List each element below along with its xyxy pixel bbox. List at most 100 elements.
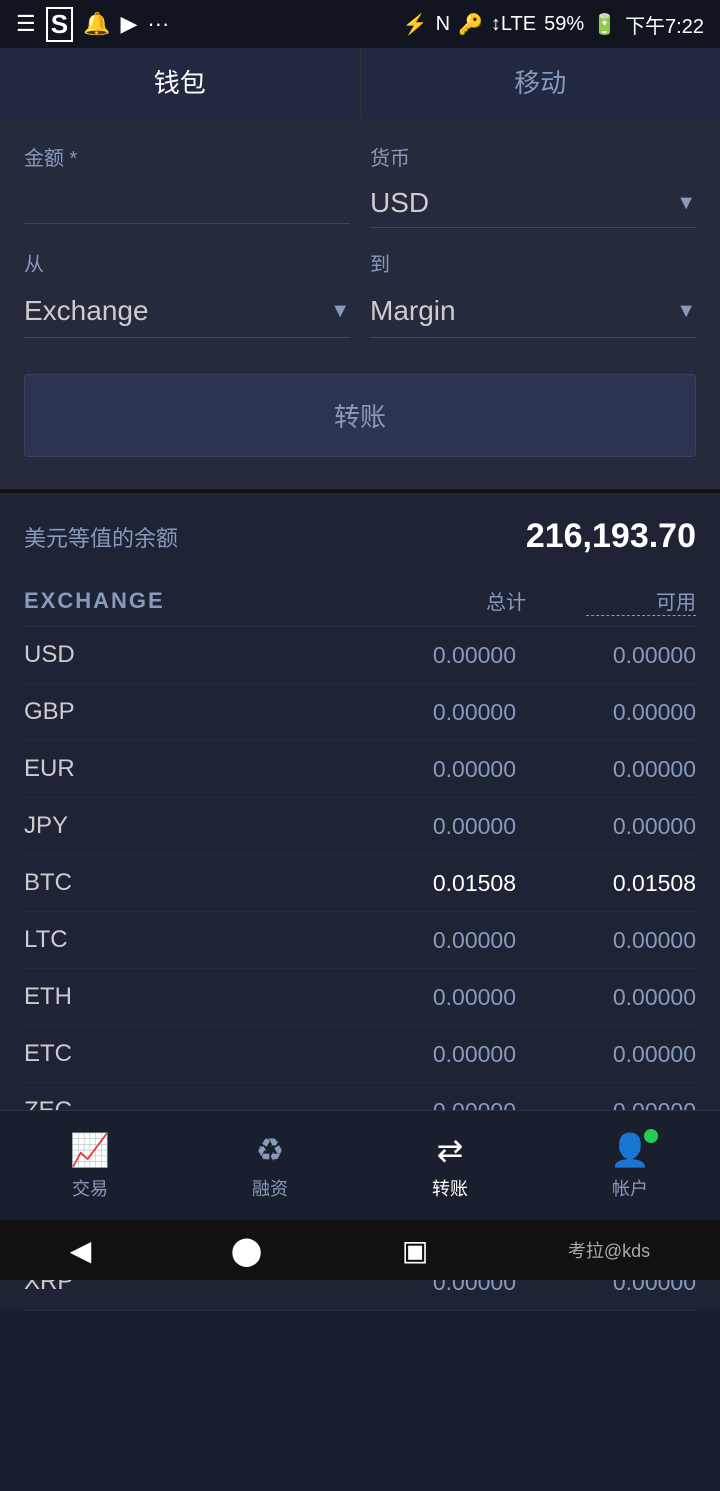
currency-group: 货币 USD ▼ [370, 142, 696, 228]
row-total: 0.00000 [336, 927, 516, 954]
tab-wallet[interactable]: 钱包 [0, 48, 361, 118]
table-header-right: 总计 可用 [416, 586, 696, 616]
home-button[interactable]: ⬤ [231, 1234, 262, 1267]
row-currency: ETC [24, 1040, 144, 1068]
row-available: 0.00000 [516, 984, 696, 1011]
nav-account[interactable]: 👤 帐户 [540, 1131, 720, 1201]
col-header-available: 可用 [586, 586, 696, 616]
row-values: 0.01508 0.01508 [144, 870, 696, 897]
status-bar: ☰ S 🔔 ▶ ··· ⚡ N 🔑 ↕LTE 59% 🔋 下午7:22 [0, 0, 720, 48]
row-currency: USD [24, 641, 144, 669]
row-total: 0.01508 [336, 870, 516, 897]
battery-label: 59% [544, 13, 584, 36]
row-currency: GBP [24, 698, 144, 726]
recent-button[interactable]: ▣ [402, 1234, 428, 1267]
bluetooth-icon: ⚡ [403, 12, 428, 37]
transfer-button[interactable]: 转账 [24, 374, 696, 457]
table-row: ETH 0.00000 0.00000 [24, 969, 696, 1026]
row-available: 0.00000 [516, 813, 696, 840]
row-values: 0.00000 0.00000 [144, 1041, 696, 1068]
row-available: 0.01508 [516, 870, 696, 897]
amount-group: 金额 * [24, 142, 350, 228]
row-currency: EUR [24, 755, 144, 783]
from-value: Exchange [24, 295, 149, 327]
from-label: 从 [24, 248, 350, 277]
to-group: 到 Margin ▼ [370, 248, 696, 338]
row-available: 0.00000 [516, 1041, 696, 1068]
from-dropdown-arrow: ▼ [330, 300, 350, 323]
tab-move-label: 移动 [514, 63, 566, 100]
exchange-section-label: EXCHANGE [24, 588, 165, 614]
row-total: 0.00000 [336, 984, 516, 1011]
finance-icon: ♻ [256, 1131, 285, 1169]
back-button[interactable]: ◀ [70, 1234, 92, 1267]
to-value: Margin [370, 295, 456, 327]
dots-icon: ··· [147, 11, 169, 37]
system-bar: ◀ ⬤ ▣ 考拉@kds [0, 1220, 720, 1280]
row-values: 0.00000 0.00000 [144, 756, 696, 783]
row-values: 0.00000 0.00000 [144, 927, 696, 954]
currency-dropdown-arrow: ▼ [676, 192, 696, 215]
from-to-row: 从 Exchange ▼ 到 Margin ▼ [24, 248, 696, 338]
currency-value: USD [370, 187, 429, 219]
to-label: 到 [370, 248, 696, 277]
col-header-total: 总计 [416, 586, 526, 616]
s-icon: S [46, 7, 73, 42]
from-select[interactable]: Exchange ▼ [24, 285, 350, 338]
table-row: EUR 0.00000 0.00000 [24, 741, 696, 798]
amount-input[interactable] [24, 179, 350, 224]
nav-transfer-label: 转账 [432, 1175, 468, 1201]
row-available: 0.00000 [516, 699, 696, 726]
row-total: 0.00000 [336, 1041, 516, 1068]
menu-icon: ☰ [16, 11, 36, 37]
transfer-form: 金额 * 货币 USD ▼ 从 Exchange ▼ 到 Margin ▼ [0, 118, 720, 489]
nav-account-label: 帐户 [612, 1175, 648, 1201]
nav-finance-label: 融资 [252, 1175, 288, 1201]
status-right-icons: ⚡ N 🔑 ↕LTE 59% 🔋 下午7:22 [403, 10, 704, 39]
amount-label: 金额 * [24, 142, 350, 171]
to-dropdown-arrow: ▼ [676, 300, 696, 323]
row-values: 0.00000 0.00000 [144, 699, 696, 726]
row-currency: JPY [24, 812, 144, 840]
tab-wallet-label: 钱包 [154, 63, 206, 100]
nav-finance[interactable]: ♻ 融资 [180, 1131, 360, 1201]
row-total: 0.00000 [336, 813, 516, 840]
row-values: 0.00000 0.00000 [144, 642, 696, 669]
main-tab-bar: 钱包 移动 [0, 48, 720, 118]
table-row: BTC 0.01508 0.01508 [24, 855, 696, 912]
nav-transfer[interactable]: ⇄ 转账 [360, 1131, 540, 1201]
table-row: JPY 0.00000 0.00000 [24, 798, 696, 855]
transfer-icon: ⇄ [437, 1131, 464, 1169]
nav-trade-label: 交易 [72, 1175, 108, 1201]
key-icon: 🔑 [458, 12, 483, 37]
status-left-icons: ☰ S 🔔 ▶ ··· [16, 7, 169, 42]
balance-label: 美元等值的余额 [24, 521, 178, 553]
balance-value: 216,193.70 [526, 517, 696, 556]
bottom-nav: 📈 交易 ♻ 融资 ⇄ 转账 👤 帐户 [0, 1110, 720, 1220]
row-values: 0.00000 0.00000 [144, 813, 696, 840]
balance-row: 美元等值的余额 216,193.70 [24, 517, 696, 556]
to-select[interactable]: Margin ▼ [370, 285, 696, 338]
nfc-icon: N [436, 13, 450, 36]
online-indicator [644, 1129, 658, 1143]
tab-move[interactable]: 移动 [361, 48, 720, 118]
table-row: ETC 0.00000 0.00000 [24, 1026, 696, 1083]
signal-icon: ↕LTE [491, 13, 536, 36]
row-currency: LTC [24, 926, 144, 954]
row-total: 0.00000 [336, 699, 516, 726]
currency-select[interactable]: USD ▼ [370, 179, 696, 228]
battery-icon: 🔋 [592, 12, 617, 37]
row-values: 0.00000 0.00000 [144, 984, 696, 1011]
account-wrapper: 👤 [610, 1131, 650, 1169]
currency-label: 货币 [370, 142, 696, 171]
row-total: 0.00000 [336, 756, 516, 783]
row-total: 0.00000 [336, 642, 516, 669]
balance-section: 美元等值的余额 216,193.70 [0, 489, 720, 568]
row-currency: BTC [24, 869, 144, 897]
amount-currency-row: 金额 * 货币 USD ▼ [24, 142, 696, 228]
watermark: 考拉@kds [568, 1237, 650, 1263]
row-currency: ETH [24, 983, 144, 1011]
nav-trade[interactable]: 📈 交易 [0, 1131, 180, 1201]
time-label: 下午7:22 [625, 10, 704, 39]
trade-icon: 📈 [70, 1131, 110, 1169]
